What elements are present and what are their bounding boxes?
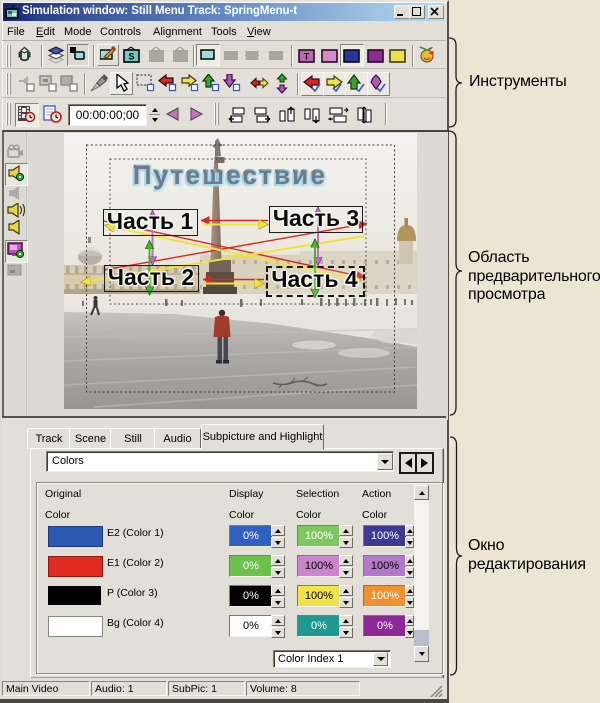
svg-text:T: T [304,52,310,62]
svg-text:S: S [128,52,134,62]
